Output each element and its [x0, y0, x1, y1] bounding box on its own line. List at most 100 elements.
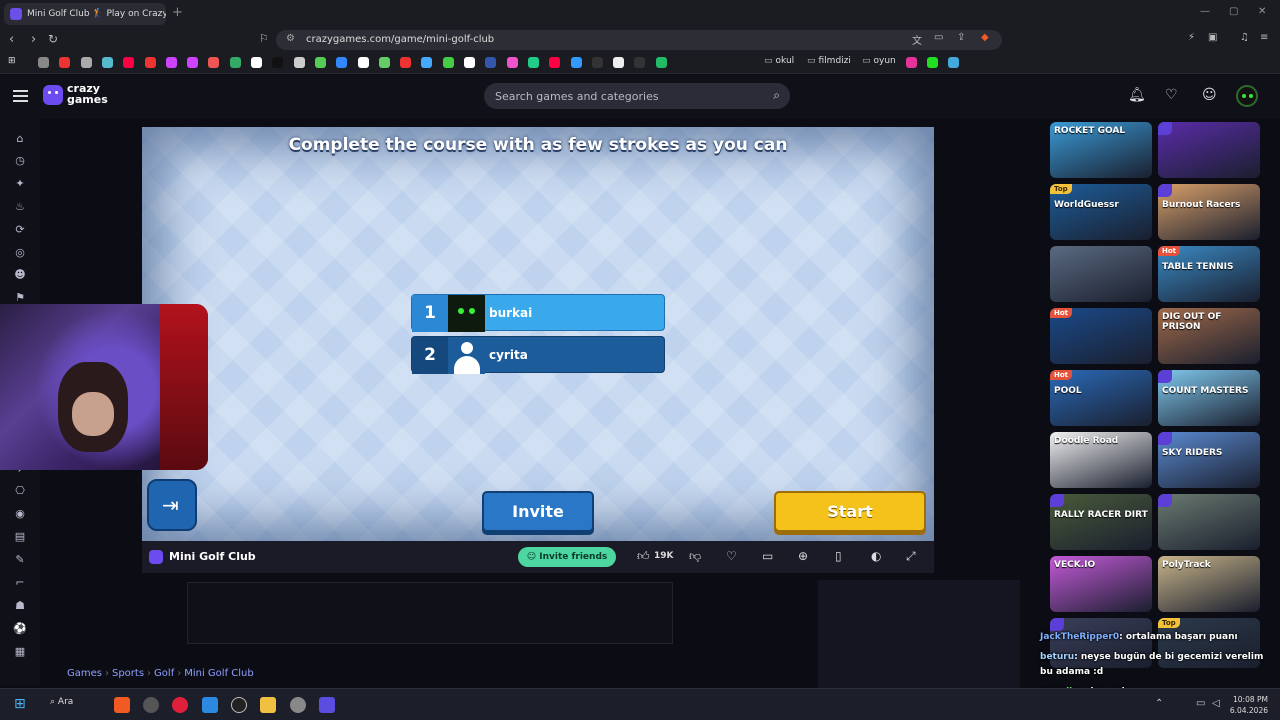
trending-icon[interactable]: ♨: [13, 201, 27, 213]
close-window-icon[interactable]: ✕: [1258, 6, 1266, 17]
bookmark-icon[interactable]: [144, 57, 156, 68]
bookmark-icon[interactable]: [421, 57, 433, 68]
app-taskbar-icon[interactable]: [143, 697, 159, 713]
game-thumbnail[interactable]: [1050, 246, 1152, 302]
updated-icon[interactable]: ⟳: [13, 224, 27, 236]
bookmark-icon[interactable]: [272, 57, 284, 68]
bookmark-icon[interactable]: [208, 57, 220, 68]
taskbar-search[interactable]: ⌕ Ara: [50, 697, 73, 707]
bookmark-icon[interactable]: [38, 57, 49, 68]
start-button[interactable]: Start: [774, 491, 926, 532]
game-thumbnail[interactable]: TABLE TENNIS Hot: [1158, 246, 1260, 302]
url-field[interactable]: ⚙ crazygames.com/game/mini-golf-club: [276, 30, 1002, 50]
bookmark-icon[interactable]: [165, 57, 177, 68]
sports-icon[interactable]: ⚽: [13, 623, 27, 635]
thumbs-up-icon[interactable]: 👍︎: [637, 549, 650, 564]
reader-icon[interactable]: ▭: [934, 32, 943, 43]
minimize-icon[interactable]: —: [1200, 6, 1210, 17]
hamburger-menu-icon[interactable]: [13, 90, 28, 102]
maximize-icon[interactable]: ▢: [1229, 6, 1238, 17]
fullscreen-icon[interactable]: ⤢: [906, 549, 916, 564]
active-app-taskbar-icon[interactable]: [319, 697, 335, 713]
bookmark-icon[interactable]: [906, 57, 917, 68]
settings-taskbar-icon[interactable]: [290, 697, 306, 713]
extensions-icon[interactable]: ⚡: [1188, 32, 1195, 43]
bookmark-icon[interactable]: [101, 57, 113, 68]
recent-icon[interactable]: ◷: [13, 155, 27, 167]
game-thumbnail[interactable]: SKY RIDERS: [1158, 432, 1260, 488]
more-icon[interactable]: ▦: [13, 646, 27, 658]
favorite-icon[interactable]: ♡: [726, 549, 737, 563]
controller-icon[interactable]: ⎔: [13, 485, 27, 497]
search-icon[interactable]: ⌕: [773, 88, 780, 103]
bookmark-icon[interactable]: [293, 57, 305, 68]
bookmark-icon[interactable]: [123, 57, 135, 68]
forward-icon[interactable]: ›: [31, 32, 36, 47]
exit-lobby-button[interactable]: ⇥: [147, 479, 197, 531]
bookmark-icon[interactable]: [655, 57, 667, 68]
search-input[interactable]: Search games and categories ⌕: [484, 83, 790, 109]
embed-icon[interactable]: ⊕: [798, 549, 808, 563]
originals-icon[interactable]: ◎: [13, 247, 27, 259]
card-icon[interactable]: ▤: [13, 531, 27, 543]
bookmark-icon[interactable]: [59, 57, 71, 68]
tray-expand-icon[interactable]: ⌃: [1155, 698, 1163, 709]
translate-icon[interactable]: 文: [912, 32, 922, 47]
breadcrumb-mini-golf-club[interactable]: Mini Golf Club: [184, 668, 254, 679]
bookmark-icon[interactable]: [506, 57, 518, 68]
site-logo[interactable]: crazy games: [67, 83, 108, 105]
obs-taskbar-icon[interactable]: [231, 697, 247, 713]
bookmark-icon[interactable]: [251, 57, 262, 68]
driving-icon[interactable]: ◉: [13, 508, 27, 520]
menu-icon[interactable]: ≡: [1260, 32, 1268, 43]
game-thumbnail[interactable]: Hot: [1050, 308, 1152, 364]
notification-bell-icon[interactable]: 🔔︎: [1128, 87, 1146, 103]
bookmark-icon[interactable]: [927, 57, 938, 68]
sidebar-toggle-icon[interactable]: ▣: [1208, 32, 1217, 43]
bookmark-icon[interactable]: [549, 57, 561, 68]
game-thumbnail[interactable]: PolyTrack: [1158, 556, 1260, 612]
game-thumbnail[interactable]: DIG OUT OF PRISON: [1158, 308, 1260, 364]
media-icon[interactable]: ♫: [1240, 32, 1249, 43]
game-canvas[interactable]: Complete the course with as few strokes …: [142, 127, 934, 541]
game-thumbnail[interactable]: [1158, 122, 1260, 178]
bookmark-icon[interactable]: [570, 57, 582, 68]
file-explorer-taskbar-icon[interactable]: [260, 697, 276, 713]
brave-shield-icon[interactable]: ◆: [981, 32, 989, 43]
thumbs-down-icon[interactable]: 👎︎: [689, 549, 701, 564]
breadcrumb-golf[interactable]: Golf: [154, 668, 174, 679]
invite-friends-button[interactable]: ☺ Invite friends: [518, 547, 616, 567]
breadcrumb-sports[interactable]: Sports: [112, 668, 144, 679]
game-thumbnail[interactable]: ROCKET GOAL: [1050, 122, 1152, 178]
browser-tab[interactable]: Mini Golf Club 🏌 Play on CrazyGames ✕: [4, 3, 166, 25]
bookmark-folder-filmdizi[interactable]: ▭ filmdizi: [807, 56, 851, 66]
game-thumbnail[interactable]: Burnout Racers: [1158, 184, 1260, 240]
two-player-icon[interactable]: ⚑: [13, 292, 27, 304]
bookmark-icon[interactable]: [314, 57, 326, 68]
bookmark-icon[interactable]: [442, 57, 454, 68]
favorites-heart-icon[interactable]: ♡: [1165, 87, 1178, 103]
game-thumbnail[interactable]: COUNT MASTERS: [1158, 370, 1260, 426]
game-thumbnail[interactable]: WorldGuessr Top: [1050, 184, 1152, 240]
mobile-icon[interactable]: ▯: [835, 549, 842, 563]
bookmark-icon[interactable]: [613, 57, 625, 68]
multiplayer-icon[interactable]: ☻: [13, 269, 27, 281]
breadcrumb-games[interactable]: Games: [67, 668, 102, 679]
game-thumbnail[interactable]: Doodle Road: [1050, 432, 1152, 488]
bookmark-icon[interactable]: [948, 57, 959, 68]
new-icon[interactable]: ✦: [13, 178, 27, 190]
back-icon[interactable]: ‹: [9, 32, 14, 47]
friends-icon[interactable]: ☺: [1202, 87, 1217, 103]
photos-taskbar-icon[interactable]: [202, 697, 218, 713]
apps-grid-icon[interactable]: ⊞: [8, 56, 16, 66]
media-player-taskbar-icon[interactable]: [172, 697, 188, 713]
brave-taskbar-icon[interactable]: [114, 697, 130, 713]
network-icon[interactable]: ▭: [1196, 698, 1205, 709]
bookmark-icon[interactable]: [378, 57, 390, 68]
reload-icon[interactable]: ↻: [48, 32, 58, 46]
bookmark-icon[interactable]: [400, 57, 412, 68]
windows-start-icon[interactable]: ⊞: [14, 696, 26, 712]
home-icon[interactable]: ⌂: [13, 133, 27, 145]
bookmark-icon[interactable]: [591, 57, 603, 68]
shooting-icon[interactable]: ⌐: [13, 577, 27, 589]
